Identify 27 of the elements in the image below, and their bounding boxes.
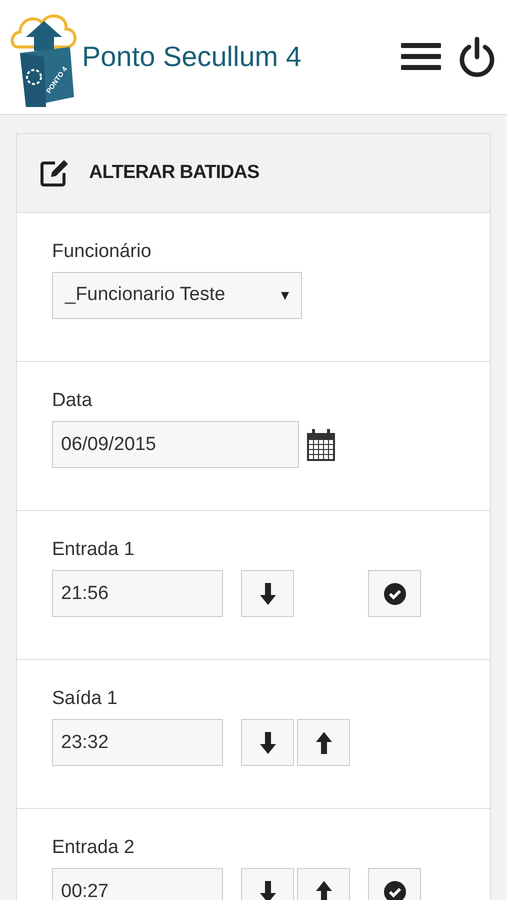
field-label: Entrada 2 [52, 836, 134, 860]
power-icon[interactable] [459, 37, 495, 77]
date-field[interactable]: 06/09/2015 [52, 421, 299, 468]
move-down-button[interactable] [241, 719, 294, 766]
menu-icon[interactable] [401, 43, 441, 71]
arrow-up-icon [316, 880, 332, 900]
field-label: Entrada 1 [52, 538, 134, 562]
time-field[interactable]: 21:56 [52, 570, 223, 617]
arrow-up-icon [316, 732, 332, 754]
move-down-button[interactable] [241, 570, 294, 617]
move-up-button[interactable] [297, 719, 350, 766]
dropdown-caret-icon [281, 292, 289, 300]
panel-title: ALTERAR BATIDAS [89, 160, 260, 185]
arrow-down-icon [260, 582, 276, 604]
field-label: Funcionário [52, 240, 152, 264]
check-circle-icon [384, 582, 406, 604]
field-label: Data [52, 389, 92, 413]
arrow-down-icon [260, 880, 276, 900]
calendar-icon[interactable] [307, 428, 335, 460]
employee-select[interactable]: _Funcionario Teste [52, 272, 302, 319]
edit-icon [39, 158, 69, 188]
confirm-button[interactable] [368, 570, 421, 617]
time-field[interactable]: 23:32 [52, 719, 223, 766]
time-field[interactable]: 00:27 [52, 868, 223, 900]
field-label: Saída 1 [52, 687, 118, 711]
arrow-down-icon [260, 732, 276, 754]
app-title: Ponto Secullum 4 [82, 40, 302, 74]
